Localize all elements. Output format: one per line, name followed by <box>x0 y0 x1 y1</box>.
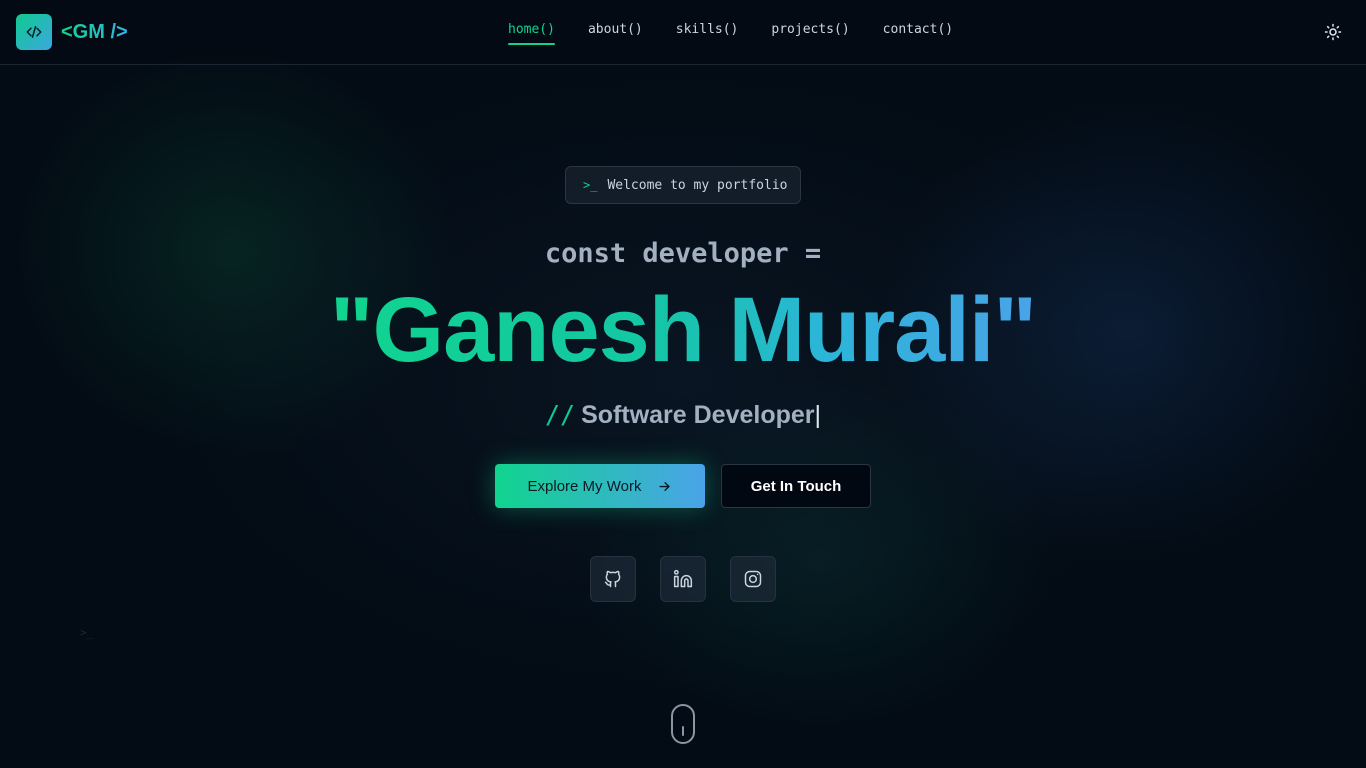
background-glow <box>0 0 1366 768</box>
explore-work-label: Explore My Work <box>527 477 642 495</box>
get-in-touch-button[interactable]: Get In Touch <box>721 464 871 508</box>
linkedin-icon <box>673 569 693 588</box>
hero-name: "Ganesh Murali" <box>0 278 1366 383</box>
instagram-icon <box>744 570 762 588</box>
explore-work-button[interactable]: Explore My Work <box>495 464 705 508</box>
faint-terminal-glyph: >_ <box>80 626 94 639</box>
linkedin-button[interactable] <box>660 556 706 602</box>
comment-slashes: // <box>544 400 576 429</box>
sun-icon <box>1324 23 1342 41</box>
nav-projects[interactable]: projects() <box>771 22 849 43</box>
logo-text: <GM /> <box>61 20 128 43</box>
nav-about[interactable]: about() <box>588 22 643 43</box>
nav-skills[interactable]: skills() <box>676 22 739 43</box>
code-icon <box>16 14 52 50</box>
logo[interactable]: <GM /> <box>16 14 128 50</box>
instagram-button[interactable] <box>730 556 776 602</box>
nav-home[interactable]: home() <box>508 22 555 45</box>
terminal-icon: >_ <box>583 178 598 192</box>
role-line: //Software Developer| <box>0 400 1366 430</box>
arrow-right-icon <box>657 479 672 494</box>
main-nav: home() about() skills() projects() conta… <box>508 22 986 45</box>
nav-contact[interactable]: contact() <box>883 22 953 43</box>
welcome-text: Welcome to my portfolio <box>607 177 788 193</box>
top-navbar: <GM /> home() about() skills() projects(… <box>0 0 1366 65</box>
theme-toggle-button[interactable] <box>1324 23 1342 41</box>
code-prefix: const developer = <box>544 238 822 269</box>
hero-name-text: "Ganesh Murali" <box>329 279 1037 381</box>
role-text: Software Developer <box>581 401 815 429</box>
typing-caret: | <box>814 401 822 429</box>
scroll-indicator-icon[interactable] <box>671 704 695 744</box>
welcome-badge: >_ Welcome to my portfolio <box>565 166 801 204</box>
github-icon <box>604 570 621 588</box>
github-button[interactable] <box>590 556 636 602</box>
